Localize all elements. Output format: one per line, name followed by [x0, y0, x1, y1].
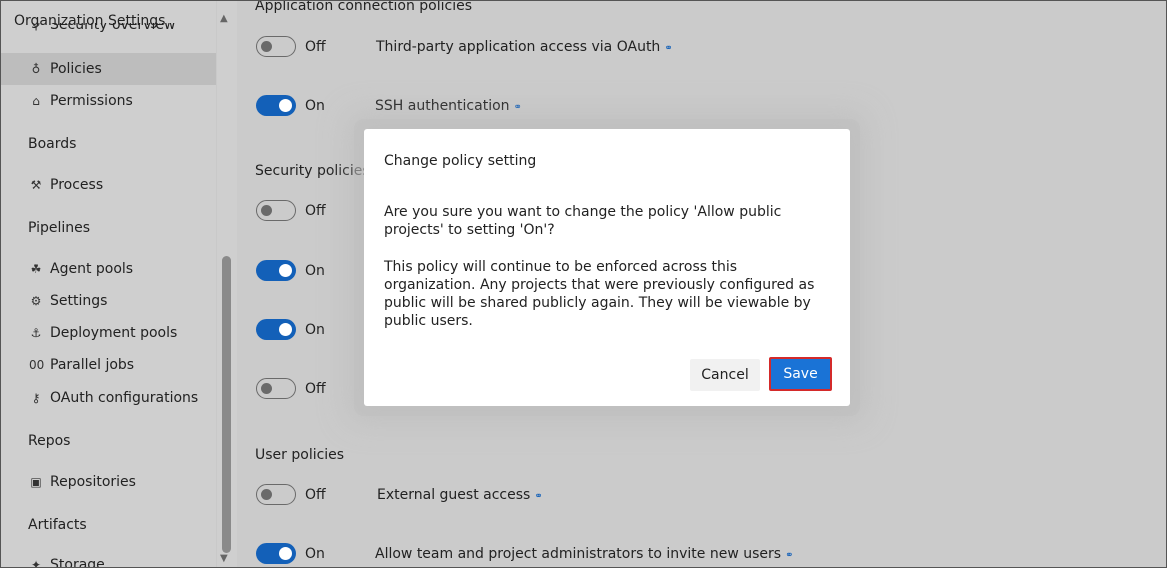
toggle-state-label: On [305, 263, 325, 279]
dialog-title: Change policy setting [384, 153, 537, 169]
cancel-button[interactable]: Cancel [690, 359, 760, 391]
sidebar-item-storage[interactable]: ✦ Storage [1, 549, 216, 568]
toggle-knob [261, 383, 272, 394]
toggle-invite-new-users[interactable] [256, 543, 296, 564]
link-icon[interactable]: ⚭ [534, 491, 542, 502]
agent-pools-icon: ☘ [30, 262, 42, 276]
sidebar-item-label: Policies [50, 61, 102, 77]
sidebar-group-repos: Repos [28, 433, 71, 449]
policy-label: SSH authentication [375, 98, 510, 114]
sidebar: Organization Settings ⚲ Security overvie… [1, 1, 216, 568]
change-policy-dialog: Change policy setting Are you sure you w… [364, 129, 850, 406]
toggle-state-label: On [305, 322, 325, 338]
lock-icon: ⌂ [32, 94, 40, 108]
sidebar-group-artifacts: Artifacts [28, 517, 87, 533]
sidebar-item-repositories[interactable]: ▣ Repositories [1, 466, 216, 498]
toggle-state-label: Off [305, 39, 326, 55]
dialog-body: This policy will continue to be enforced… [384, 259, 815, 329]
sidebar-item-deployment-pools[interactable]: ⚓ Deployment pools [1, 317, 216, 349]
sidebar-item-policies[interactable]: ♁ Policies [1, 53, 216, 85]
dialog-question: Are you sure you want to change the poli… [384, 204, 782, 238]
lightbulb-icon: ♁ [31, 62, 41, 76]
policy-label: Allow team and project administrators to… [375, 546, 782, 562]
section-title-security: Security policies [255, 163, 370, 179]
sidebar-item-label: Agent pools [50, 261, 134, 277]
toggle-security-policy-3[interactable] [256, 319, 296, 340]
link-icon[interactable]: ⚭ [785, 550, 793, 561]
sidebar-item-process[interactable]: ⚒ Process [1, 169, 216, 201]
toggle-ssh-authentication[interactable] [256, 95, 296, 116]
policy-label: Third-party application access via OAuth [376, 39, 661, 55]
scroll-down-arrow-icon[interactable]: ▼ [220, 553, 228, 564]
sidebar-group-boards: Boards [28, 136, 77, 152]
sidebar-item-label: Process [50, 177, 104, 193]
sidebar-item-label: Settings [50, 293, 108, 309]
toggle-state-label: Off [305, 203, 326, 219]
sidebar-group-pipelines: Pipelines [28, 220, 91, 236]
link-icon[interactable]: ⚭ [664, 43, 672, 54]
policy-row-external-guest: External guest access ⚭ [377, 487, 543, 503]
sidebar-item-parallel-jobs[interactable]: 00 Parallel jobs [1, 349, 216, 381]
sidebar-item-label: Deployment pools [50, 325, 178, 341]
toggle-knob [279, 99, 292, 112]
policy-row-invite-users: Allow team and project administrators to… [375, 546, 793, 562]
toggle-security-policy-4[interactable] [256, 378, 296, 399]
link-icon[interactable]: ⚭ [514, 102, 522, 113]
sidebar-item-agent-pools[interactable]: ☘ Agent pools [1, 253, 216, 285]
window-frame: Organization Settings ⚲ Security overvie… [0, 0, 1167, 568]
toggle-state-label: Off [305, 487, 326, 503]
section-title-user: User policies [255, 447, 345, 463]
toggle-state-label: On [305, 98, 325, 114]
sidebar-item-label: Security overview [50, 23, 176, 33]
shield-icon: ⚲ [31, 23, 41, 32]
key-icon: ⚷ [31, 391, 41, 405]
process-icon: ⚒ [30, 178, 42, 192]
toggle-knob [279, 547, 292, 560]
toggle-security-policy-2[interactable] [256, 260, 296, 281]
scroll-up-arrow-icon[interactable]: ▲ [220, 13, 228, 24]
parallel-jobs-icon: 00 [29, 358, 45, 372]
policy-row-ssh: SSH authentication ⚭ [375, 98, 522, 114]
sidebar-item-label: Repositories [50, 474, 136, 490]
toggle-knob [261, 489, 272, 500]
sidebar-item-security-overview[interactable]: ⚲ Security overview [1, 23, 216, 45]
sidebar-item-label: Permissions [50, 93, 133, 109]
sidebar-item-label: Parallel jobs [50, 357, 135, 373]
section-title-app-connection: Application connection policies [255, 0, 472, 14]
sidebar-item-oauth-configurations[interactable]: ⚷ OAuth configurations [1, 382, 216, 414]
toggle-knob [261, 205, 272, 216]
save-button[interactable]: Save [769, 357, 832, 391]
sidebar-item-label: Storage [50, 557, 105, 568]
toggle-external-guest-access[interactable] [256, 484, 296, 505]
toggle-state-label: Off [305, 381, 326, 397]
policy-row-oauth: Third-party application access via OAuth… [376, 39, 673, 55]
toggle-state-label: On [305, 546, 325, 562]
toggle-knob [279, 323, 292, 336]
sidebar-item-permissions[interactable]: ⌂ Permissions [1, 85, 216, 117]
toggle-knob [261, 41, 272, 52]
toggle-security-policy-1[interactable] [256, 200, 296, 221]
sidebar-item-label: OAuth configurations [50, 390, 199, 406]
deployment-pools-icon: ⚓ [30, 326, 42, 340]
policy-label: External guest access [377, 487, 531, 503]
storage-icon: ✦ [30, 558, 42, 568]
repository-icon: ▣ [30, 475, 42, 489]
toggle-oauth-access[interactable] [256, 36, 296, 57]
toggle-knob [279, 264, 292, 277]
sidebar-item-settings[interactable]: ⚙ Settings [1, 285, 216, 317]
gear-icon: ⚙ [30, 294, 42, 308]
scrollbar-thumb[interactable] [222, 256, 231, 553]
